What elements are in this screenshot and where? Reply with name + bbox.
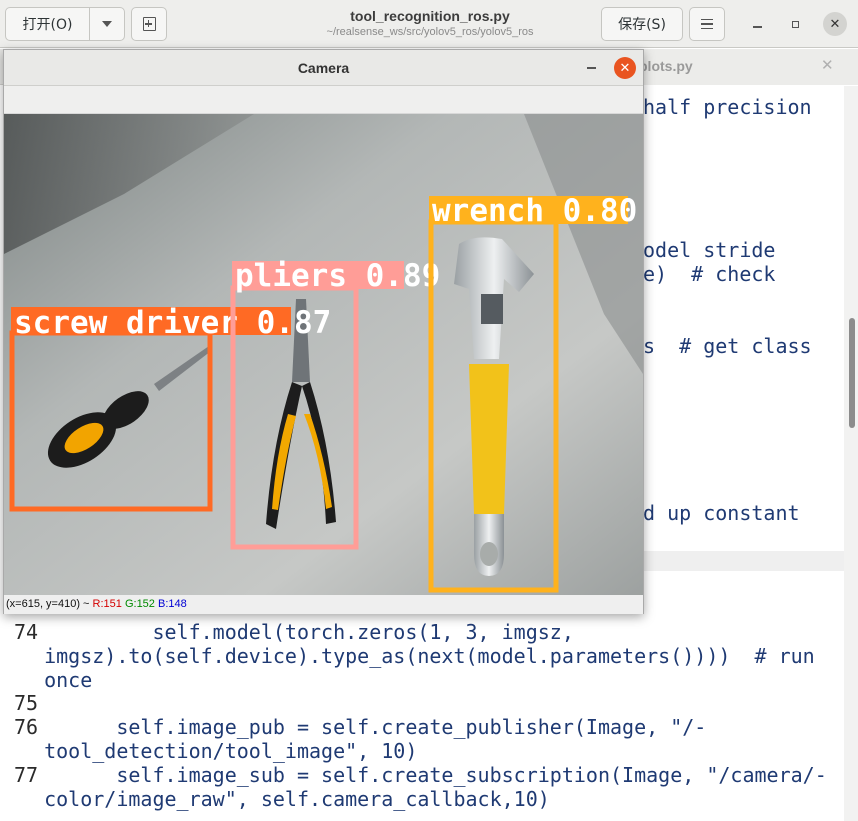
- close-icon: ✕: [619, 60, 631, 76]
- code-fragment[interactable]: d up constant: [643, 501, 800, 525]
- open-recent-dropdown-button[interactable]: [89, 7, 125, 41]
- close-icon: ✕: [829, 16, 841, 32]
- line-number: 75: [14, 691, 39, 715]
- pixel-green: G:152: [124, 598, 155, 610]
- hamburger-icon: [701, 19, 713, 29]
- camera-window[interactable]: Camera ✕ screw driver 0.87 pliers 0.89 w…: [3, 49, 644, 614]
- code-fragment[interactable]: half precision: [643, 95, 812, 119]
- code-line[interactable]: self.image_pub = self.create_publisher(I…: [20, 715, 706, 739]
- camera-titlebar[interactable]: Camera ✕: [4, 50, 643, 86]
- code-line[interactable]: self.model(torch.zeros(1, 3, imgsz,: [20, 620, 573, 644]
- code-fragment[interactable]: s # get class: [643, 334, 812, 358]
- tab-close-icon[interactable]: ✕: [821, 56, 834, 74]
- window-title: tool_recognition_ros.py: [350, 8, 510, 24]
- camera-image[interactable]: screw driver 0.87 pliers 0.89 wrench 0.8…: [4, 114, 643, 595]
- detection-label-screwdriver: screw driver 0.87: [14, 305, 331, 341]
- camera-minimize-icon[interactable]: [587, 67, 596, 69]
- new-document-icon: [142, 17, 156, 31]
- editor-scrollbar[interactable]: [844, 86, 858, 821]
- code-line[interactable]: tool_detection/tool_image", 10): [20, 739, 417, 763]
- camera-window-title: Camera: [297, 60, 350, 76]
- save-button-label: 保存(S): [618, 17, 666, 33]
- tab-plots-py[interactable]: plots.py ✕: [630, 49, 858, 85]
- code-line[interactable]: color/image_raw", self.camera_callback,1…: [20, 787, 550, 811]
- hamburger-menu-button[interactable]: [689, 7, 725, 41]
- window-title-block: tool_recognition_ros.py ~/realsense_ws/s…: [230, 8, 630, 38]
- detection-label-wrench: wrench 0.80: [432, 193, 637, 229]
- camera-toolbar: [4, 86, 643, 114]
- detection-label-pliers: pliers 0.89: [235, 258, 440, 294]
- pixel-blue: B:148: [157, 598, 187, 610]
- current-line-highlight: [640, 551, 844, 571]
- code-line[interactable]: imgsz).to(self.device).type_as(next(mode…: [20, 644, 815, 668]
- restore-icon: [791, 20, 799, 28]
- new-document-button[interactable]: [131, 7, 167, 41]
- camera-close-button[interactable]: ✕: [614, 57, 636, 79]
- restore-button[interactable]: [785, 14, 805, 34]
- minimize-button[interactable]: [747, 14, 767, 34]
- header-bar: 打开(O) tool_recognition_ros.py ~/realsens…: [0, 0, 858, 48]
- window-subtitle: ~/realsense_ws/src/yolov5_ros/yolov5_ros: [326, 26, 534, 38]
- minimize-icon: [752, 26, 762, 28]
- save-button[interactable]: 保存(S): [601, 7, 683, 41]
- editor-scrollbar-thumb[interactable]: [849, 318, 855, 428]
- camera-status-bar: (x=615, y=410) ~ R:151 G:152 B:148: [4, 595, 643, 614]
- pixel-red: R:151: [92, 598, 122, 610]
- code-fragment[interactable]: e) # check: [643, 262, 775, 286]
- tab-label: plots.py: [639, 58, 693, 74]
- pixel-coords: (x=615, y=410) ~: [6, 598, 93, 610]
- open-button-label: 打开(O): [22, 17, 73, 33]
- code-line[interactable]: once: [20, 668, 92, 692]
- code-line[interactable]: self.image_sub = self.create_subscriptio…: [20, 763, 826, 787]
- close-window-button[interactable]: ✕: [823, 12, 847, 36]
- open-button[interactable]: 打开(O): [5, 7, 90, 41]
- code-fragment[interactable]: odel stride: [643, 238, 775, 262]
- chevron-down-icon: [102, 21, 112, 27]
